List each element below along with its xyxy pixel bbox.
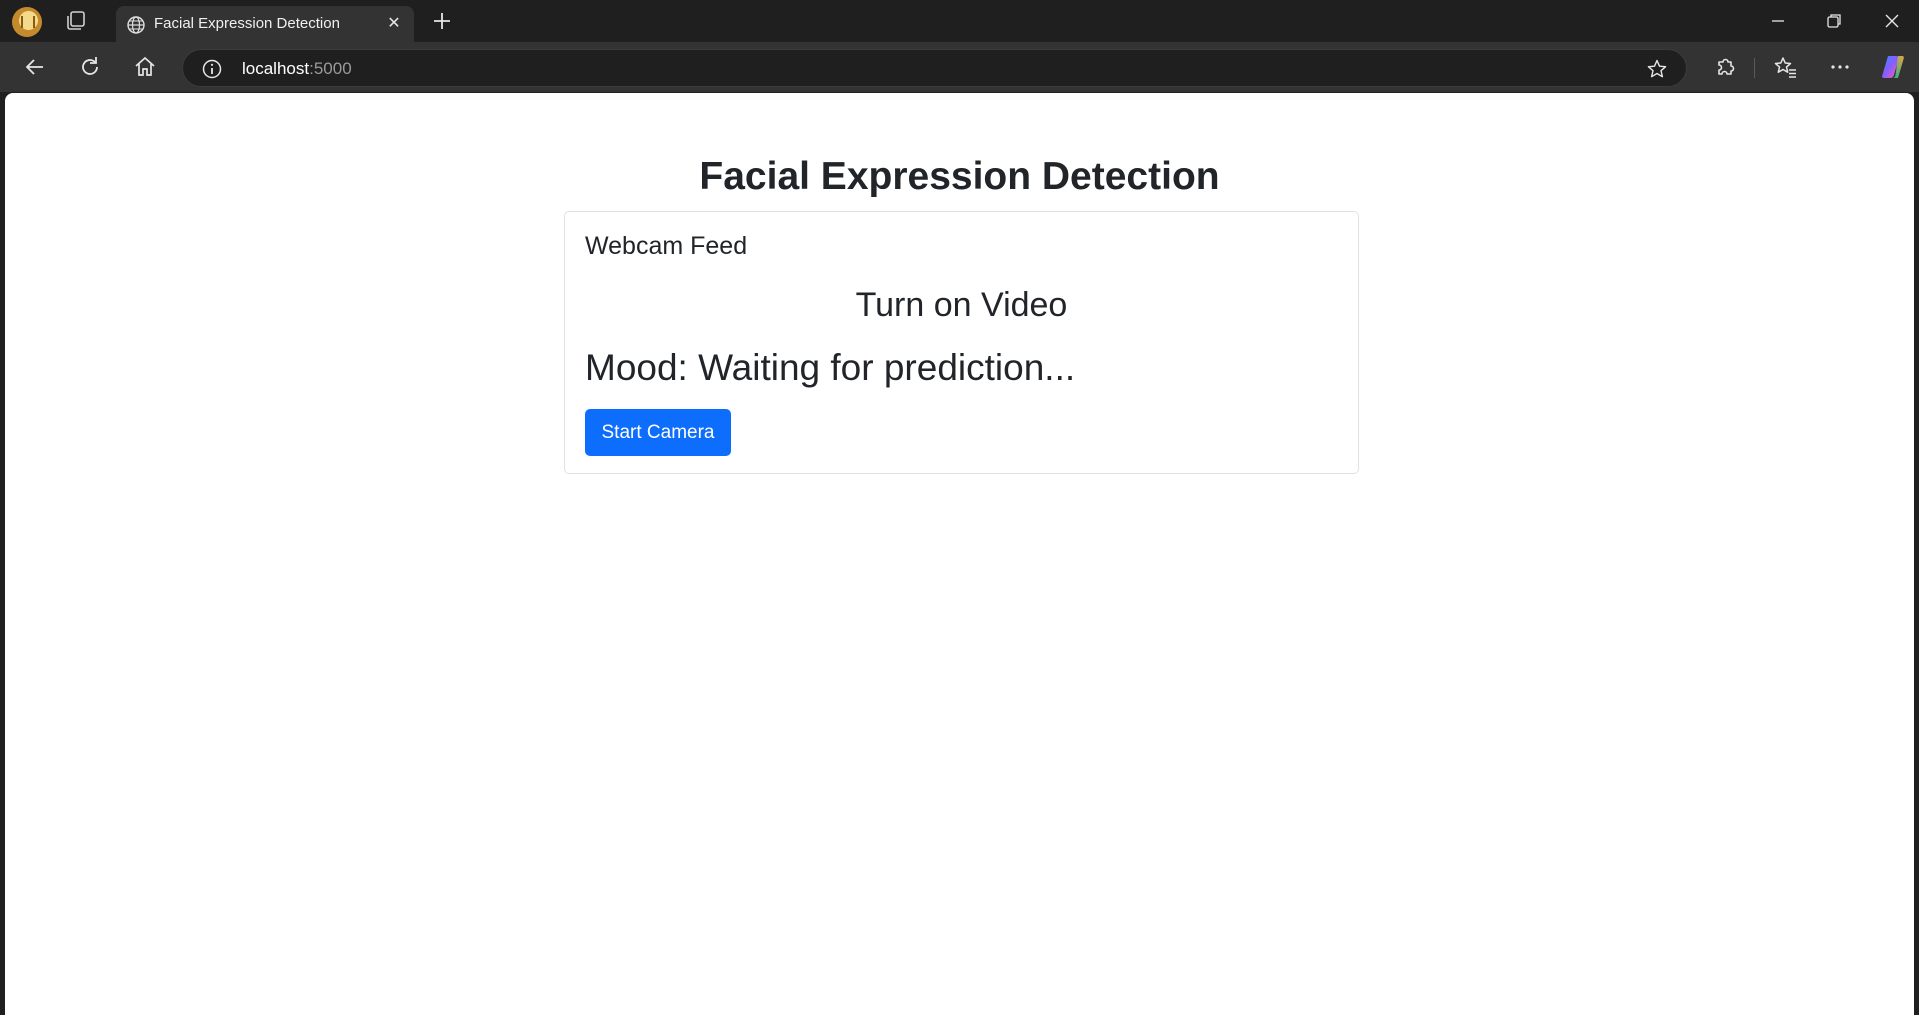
address-bar[interactable]: localhost:5000: [182, 49, 1687, 87]
home-icon[interactable]: [131, 53, 159, 81]
tab-title: Facial Expression Detection: [154, 15, 340, 32]
restore-icon[interactable]: [1820, 8, 1848, 34]
tab-actions-icon[interactable]: [64, 10, 88, 32]
browser-toolbar: localhost:5000: [0, 42, 1919, 92]
mood-status: Mood: Waiting for prediction...: [585, 347, 1076, 388]
star-icon[interactable]: [1646, 58, 1668, 80]
url-port: :5000: [309, 59, 352, 78]
start-camera-button[interactable]: Start Camera: [585, 409, 731, 456]
tab-active[interactable]: Facial Expression Detection ✕: [116, 6, 414, 42]
back-arrow-icon[interactable]: [21, 53, 49, 81]
url-text[interactable]: localhost:5000: [242, 59, 352, 79]
globe-icon: [127, 16, 145, 34]
card-title: Webcam Feed: [585, 232, 748, 260]
favorites-icon[interactable]: [1771, 53, 1799, 81]
page-title: Facial Expression Detection: [699, 155, 1220, 198]
info-icon[interactable]: [201, 58, 223, 80]
toolbar-divider: [1754, 58, 1755, 78]
browser-tab-strip: Facial Expression Detection ✕: [0, 0, 1919, 42]
copilot-icon[interactable]: [1879, 53, 1907, 81]
puzzle-icon[interactable]: [1711, 53, 1739, 81]
video-placeholder: Turn on Video: [855, 286, 1068, 324]
refresh-icon[interactable]: [76, 53, 104, 81]
tab-close-icon[interactable]: ✕: [384, 14, 404, 34]
minimize-icon[interactable]: [1764, 8, 1792, 34]
close-icon[interactable]: [1878, 8, 1906, 34]
webcam-card: Webcam Feed Turn on Video Mood: Waiting …: [564, 211, 1359, 474]
plus-icon[interactable]: [430, 9, 454, 33]
profile-avatar-icon[interactable]: [12, 7, 42, 37]
page-viewport: Facial Expression Detection Webcam Feed …: [5, 93, 1914, 1015]
more-icon[interactable]: [1826, 53, 1854, 81]
url-host: localhost: [242, 59, 310, 78]
